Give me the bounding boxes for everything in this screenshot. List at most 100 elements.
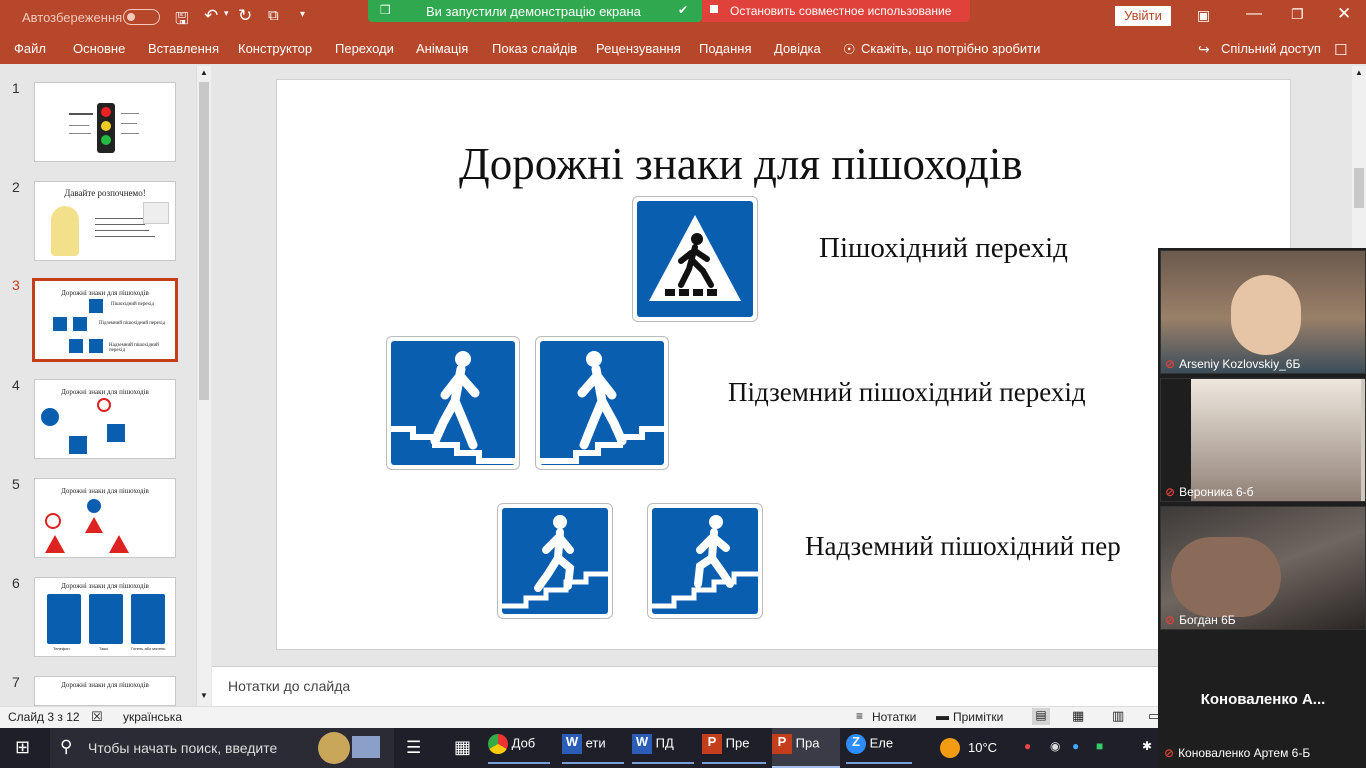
start-slideshow-icon[interactable]: ⧉ — [268, 7, 279, 24]
reading-view-icon[interactable]: ▥ — [1112, 708, 1124, 724]
tab-file[interactable]: Файл — [14, 41, 46, 56]
scrollbar-thumb[interactable] — [199, 82, 209, 400]
tab-transitions[interactable]: Переходи — [335, 41, 394, 56]
slide-thumbnail-4[interactable]: Дорожні знаки для пішоходів — [34, 379, 176, 459]
overhead-sign-graphic — [652, 515, 758, 609]
tab-slideshow[interactable]: Показ слайдів — [492, 41, 577, 56]
underground-sign-graphic — [540, 351, 664, 464]
restore-icon[interactable]: ❐ — [1291, 6, 1304, 23]
slide-thumbnail-3-selected[interactable]: Дорожні знаки для пішоходів Пішохідний п… — [32, 278, 178, 362]
windows-start-icon[interactable]: ⊞ — [15, 737, 30, 758]
undo-icon[interactable]: ↶ — [204, 6, 218, 26]
tab-design[interactable]: Конструктор — [238, 41, 312, 56]
underground-crossing-sign-left — [386, 336, 520, 470]
slide-thumbnail-1[interactable] — [34, 82, 176, 162]
tab-home[interactable]: Основне — [73, 41, 125, 56]
thumb-title: Дорожні знаки для пішоходів — [61, 681, 149, 689]
notes-placeholder[interactable]: Нотатки до слайда — [228, 678, 350, 694]
comments-toggle[interactable]: Примітки — [953, 710, 1003, 724]
calculator-icon[interactable]: ▦ — [454, 737, 471, 758]
current-slide[interactable]: Дорожні знаки для пішоходів Пішохідний п… — [276, 79, 1291, 650]
weather-temperature[interactable]: 10°C — [968, 740, 997, 755]
comments-status-icon[interactable]: ▬ — [936, 708, 949, 723]
zoom-tray-icon[interactable]: ● — [1072, 739, 1079, 753]
tell-me-box[interactable]: Скажіть, що потрібно зробити — [861, 41, 1040, 56]
language-indicator[interactable]: українська — [123, 710, 182, 724]
taskbar-word-2[interactable]: W ПД — [632, 734, 694, 764]
stop-icon — [710, 5, 718, 13]
notes-toggle[interactable]: Нотатки — [872, 710, 916, 724]
share-button[interactable]: Спільний доступ — [1221, 41, 1321, 56]
accessibility-icon[interactable]: ☒ — [91, 709, 103, 725]
scroll-up-icon[interactable]: ▲ — [200, 68, 208, 77]
slide-thumbnail-6[interactable]: Дорожні знаки для пішоходів Телефон Такс… — [34, 577, 176, 657]
slide-thumbnail-7[interactable]: Дорожні знаки для пішоходів — [34, 676, 176, 706]
taskbar-powerpoint-2-active[interactable]: P Пра — [772, 728, 840, 768]
sticky-note-image — [143, 202, 169, 224]
undo-dropdown-icon[interactable]: ▾ — [224, 8, 229, 19]
tray-icon[interactable]: ◉ — [1050, 739, 1060, 753]
autosave-toggle[interactable] — [123, 9, 160, 25]
signin-button[interactable]: Увійти — [1115, 6, 1171, 26]
thumb-title: Дорожні знаки для пішоходів — [61, 582, 149, 590]
overhead-label[interactable]: Надземний пішохідний пер — [805, 531, 1121, 562]
close-icon[interactable]: ✕ — [1337, 4, 1351, 24]
task-view-icon[interactable]: ☰ — [406, 738, 421, 758]
minimize-icon[interactable]: — — [1246, 5, 1262, 23]
tab-help[interactable]: Довідка — [774, 41, 821, 56]
slide-sorter-icon[interactable]: ▦ — [1072, 708, 1084, 724]
title-bar: Автозбереження 🖫 ↶ ▾ ↻ ⧉ ▾ ❒ Ви запустил… — [0, 0, 1366, 34]
comments-icon[interactable]: ☐ — [1334, 41, 1347, 59]
video-tile[interactable]: ⊘ Богдан 6Б — [1160, 506, 1366, 630]
taskbar-chrome[interactable]: Доб — [488, 734, 550, 764]
underground-label[interactable]: Підземний пішохідний перехід — [728, 377, 1086, 408]
chrome-icon — [488, 734, 508, 754]
video-tile[interactable]: ⊘ Arseniy Kozlovskiy_6Б — [1160, 250, 1366, 374]
slide-thumbnail-2[interactable]: Давайте розпочнемо! — [34, 181, 176, 261]
redo-icon[interactable]: ↻ — [238, 6, 252, 26]
scrollbar-thumb[interactable] — [1354, 168, 1364, 208]
lightbulb-icon: ☉ — [843, 41, 856, 57]
taskbar-search-box[interactable]: ⚲ Чтобы начать поиск, введите — [50, 728, 394, 768]
normal-view-icon[interactable]: ▤ — [1032, 708, 1050, 725]
underground-crossing-sign-right — [535, 336, 669, 470]
weather-sun-icon — [940, 738, 960, 758]
taskbar-powerpoint-1[interactable]: P Пре — [702, 734, 766, 764]
crossing-label[interactable]: Пішохідний перехід — [819, 232, 1068, 265]
mic-muted-icon: ⊘ — [1165, 485, 1176, 499]
scroll-up-icon[interactable]: ▲ — [1355, 68, 1363, 77]
taskbar-word-1[interactable]: W ети — [562, 734, 624, 764]
notes-pane[interactable]: Нотатки до слайда — [212, 666, 1160, 706]
participant-video-image — [1231, 275, 1301, 355]
taskbar-zoom[interactable]: Z Еле — [846, 734, 912, 764]
search-highlight-image — [318, 732, 350, 764]
tab-animations[interactable]: Анімація — [416, 41, 468, 56]
save-icon[interactable]: 🖫 — [175, 8, 189, 35]
tab-insert[interactable]: Вставлення — [148, 41, 219, 56]
slide-thumbnail-5[interactable]: Дорожні знаки для пішоходів — [34, 478, 176, 558]
video-tile-camera-off[interactable]: Коноваленко А... — [1160, 634, 1366, 758]
slide-title[interactable]: Дорожні знаки для пішоходів — [459, 138, 1023, 190]
video-tile[interactable]: ⊘ Вероника 6-б — [1160, 378, 1366, 502]
participant-name: ⊘ Вероника 6-б — [1165, 485, 1254, 499]
slide-counter: Слайд 3 з 12 — [8, 710, 80, 724]
crossing-sign-graphic — [649, 215, 741, 301]
thumb-number: 2 — [12, 179, 20, 195]
scroll-down-icon[interactable]: ▼ — [200, 691, 208, 700]
traffic-light-image — [97, 103, 115, 153]
slide-scrollbar[interactable]: ▲ — [1352, 66, 1366, 248]
thumb-text: Підземний пішохідний перехід — [99, 321, 166, 326]
network-alert-icon[interactable]: ● — [1024, 739, 1031, 753]
bluetooth-icon[interactable]: ✱ — [1142, 739, 1152, 753]
stop-share-button[interactable]: Остановить совместное использование — [702, 0, 970, 22]
thumb-title: Давайте розпочнемо! — [64, 188, 146, 198]
notes-icon[interactable]: ≡ — [856, 709, 863, 723]
ribbon-display-icon[interactable]: ▣ — [1197, 7, 1210, 24]
tray-icon[interactable]: ■ — [1096, 739, 1103, 753]
thumb-number: 5 — [12, 476, 20, 492]
participant-name: ⊘ Коноваленко Артем 6-Б — [1164, 746, 1311, 760]
tab-review[interactable]: Рецензування — [596, 41, 681, 56]
tab-view[interactable]: Подання — [699, 41, 752, 56]
customize-qat-icon[interactable]: ▾ — [300, 9, 305, 20]
thumbnail-scrollbar[interactable]: ▲ ▼ — [196, 66, 211, 706]
